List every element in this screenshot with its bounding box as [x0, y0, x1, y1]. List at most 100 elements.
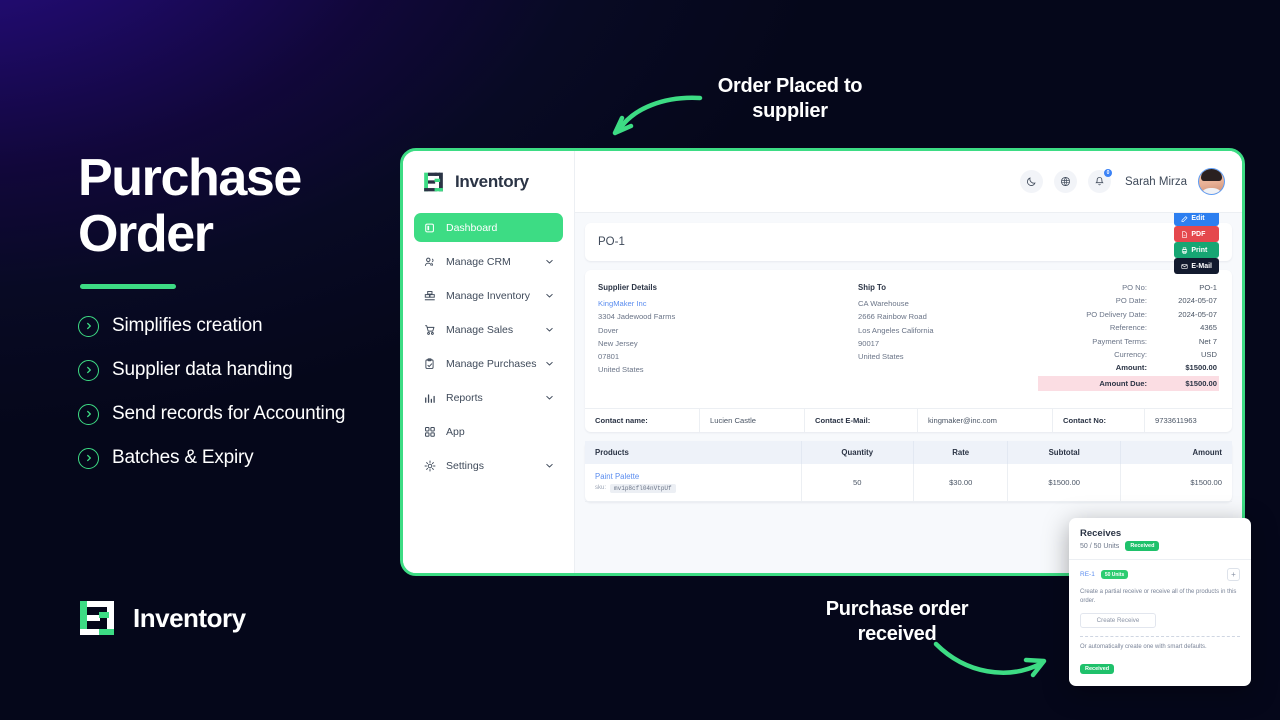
moon-icon[interactable]	[1020, 170, 1043, 193]
chevron-down-icon[interactable]	[545, 321, 554, 339]
brand-logo-bottom: Inventory	[78, 598, 246, 638]
annotation-order-placed: Order Placed to supplier	[717, 75, 863, 122]
po-meta-list: PO No: PO-1 PO Date: 2024-05-07 PO Delivery …	[1038, 281, 1219, 391]
grid-icon	[423, 426, 437, 438]
product-name-link[interactable]: Paint Palette	[595, 472, 791, 481]
po-meta-key: PO Date:	[1115, 296, 1147, 306]
sidebar-item-label: App	[446, 425, 465, 438]
chevron-down-icon[interactable]	[545, 355, 554, 373]
clipboard-icon	[423, 357, 437, 370]
edit-button[interactable]: Edit	[1174, 213, 1219, 226]
sidebar-item-dashboard[interactable]: Dashboard	[414, 213, 563, 242]
language-icon[interactable]	[1054, 170, 1077, 193]
contact-phone-value[interactable]: 9733611963	[1145, 409, 1232, 432]
sidebar-item-manage-purchases[interactable]: Manage Purchases	[414, 349, 563, 378]
avatar[interactable]	[1198, 168, 1225, 195]
cell-rate: $30.00	[913, 463, 1009, 502]
table-body: Paint Palette sku: mv1p8cfl04nVtpUf 50 $30.0…	[585, 463, 1232, 502]
chevron-down-icon[interactable]	[545, 287, 554, 305]
divider	[1069, 559, 1251, 560]
chevron-right-circle-icon	[78, 359, 99, 381]
supplier-heading: Supplier Details	[598, 283, 657, 292]
sidebar-item-app[interactable]: App	[414, 417, 563, 446]
chevron-right-circle-icon	[78, 447, 99, 469]
table-header-row: Products Quantity Rate Subtotal Amount	[585, 440, 1232, 464]
supplier-name[interactable]: KingMaker Inc	[598, 297, 858, 310]
avatar-hair	[1201, 169, 1222, 181]
contact-row: Contact name: Lucien Castle Contact E-Ma…	[585, 407, 1232, 432]
sidebar-item-settings[interactable]: Settings	[414, 451, 563, 480]
supplier-line-5: United States	[598, 365, 644, 375]
chevron-down-icon[interactable]	[545, 253, 554, 271]
annotation-arrow-top	[612, 95, 703, 136]
po-meta-value: Net 7	[1198, 336, 1217, 346]
cell-subtotal: $1500.00	[1007, 463, 1121, 502]
sidebar-item-label: Manage CRM	[446, 255, 511, 268]
page-title: Purchase Order	[78, 150, 408, 262]
user-name: Sarah Mirza	[1125, 175, 1187, 188]
notification-badge: 0	[1104, 169, 1112, 177]
receive-units-badge: 50 Units	[1100, 570, 1129, 579]
pdf-button[interactable]: PDF	[1174, 226, 1219, 242]
sidebar-item-reports[interactable]: Reports	[414, 383, 563, 412]
email-button[interactable]: E-Mail	[1174, 258, 1219, 274]
supplier-line-3: New Jersey	[598, 338, 638, 348]
sidebar: Inventory Dashboard Manage CRM Manage Inve…	[403, 151, 575, 573]
supplier-line-4: 07801	[598, 352, 620, 362]
inventory-logo-icon	[424, 172, 443, 192]
receives-status-badge: Received	[1125, 541, 1160, 551]
brand-name: Inventory	[133, 602, 246, 633]
feature-label: Batches & Expiry	[112, 447, 254, 468]
ship-to-line-1: 2666 Rainbow Road	[858, 312, 927, 322]
sidebar-item-manage-inventory[interactable]: Manage Inventory	[414, 281, 563, 310]
bell-icon[interactable]: 0	[1088, 169, 1112, 193]
receive-id-link[interactable]: RE-1	[1080, 571, 1095, 578]
boxes-icon	[423, 290, 437, 302]
print-button[interactable]: Print	[1174, 242, 1219, 258]
action-label: PDF	[1191, 230, 1206, 238]
sidebar-logo[interactable]: Inventory	[414, 151, 563, 213]
contact-email-value[interactable]: kingmaker@inc.com	[918, 408, 1053, 432]
sidebar-item-manage-sales[interactable]: Manage Sales	[414, 315, 563, 344]
po-meta-key: PO Delivery Date:	[1086, 309, 1147, 319]
ship-to-line-2: Los Angeles California	[858, 325, 934, 335]
po-meta-row: PO Delivery Date: 2024-05-07	[1038, 308, 1219, 321]
po-meta-value: USD	[1200, 350, 1217, 360]
action-label: Print	[1191, 246, 1208, 254]
cell-quantity: 50	[801, 463, 914, 502]
dashed-divider	[1080, 636, 1240, 637]
sidebar-logo-text: Inventory	[455, 172, 529, 191]
contact-name-value: Lucien Castle	[700, 408, 805, 432]
add-receive-button[interactable]: +	[1227, 568, 1240, 581]
create-receive-button[interactable]: Create Receive	[1080, 613, 1156, 628]
chevron-down-icon[interactable]	[545, 389, 554, 407]
column-header: Products	[585, 440, 802, 464]
po-meta-row: Reference: 4365	[1038, 321, 1219, 334]
receives-title: Receives	[1080, 528, 1122, 539]
sidebar-item-label: Settings	[446, 459, 484, 472]
feature-label: Supplier data handing	[112, 359, 293, 380]
inventory-logo-icon	[80, 601, 114, 635]
po-meta-value: $1500.00	[1185, 363, 1217, 373]
chevron-down-icon[interactable]	[545, 457, 554, 475]
users-icon	[423, 256, 437, 268]
pencil-icon	[1181, 215, 1188, 222]
po-meta-row: Amount: $1500.00	[1038, 361, 1219, 374]
annotation-arrow-bottom	[933, 641, 1047, 678]
po-meta-key: Currency:	[1114, 350, 1147, 360]
po-meta-row: Amount Due: $1500.00	[1038, 375, 1219, 391]
po-meta-key: Payment Terms:	[1092, 336, 1147, 346]
receives-units: 50 / 50 Units	[1080, 542, 1120, 550]
po-meta-value: 2024-05-07	[1178, 296, 1217, 306]
cell-product: Paint Palette sku: mv1p8cfl04nVtpUf	[585, 463, 802, 502]
receives-auto-badge: Received	[1080, 664, 1115, 674]
sidebar-item-label: Manage Sales	[446, 323, 514, 336]
main-area: 0 Sarah Mirza PO-1 Edit PDF Print E-Mail Su…	[575, 151, 1242, 573]
feature-list: Simplifies creation Supplier data handing…	[78, 315, 408, 469]
sidebar-item-manage-crm[interactable]: Manage CRM	[414, 247, 563, 276]
headline-line-1: Purchase	[78, 149, 302, 207]
po-meta-key: Reference:	[1109, 323, 1147, 333]
headline-divider	[80, 284, 176, 289]
feature-item: Supplier data handing	[78, 359, 408, 381]
po-meta-row: Payment Terms: Net 7	[1038, 335, 1219, 348]
